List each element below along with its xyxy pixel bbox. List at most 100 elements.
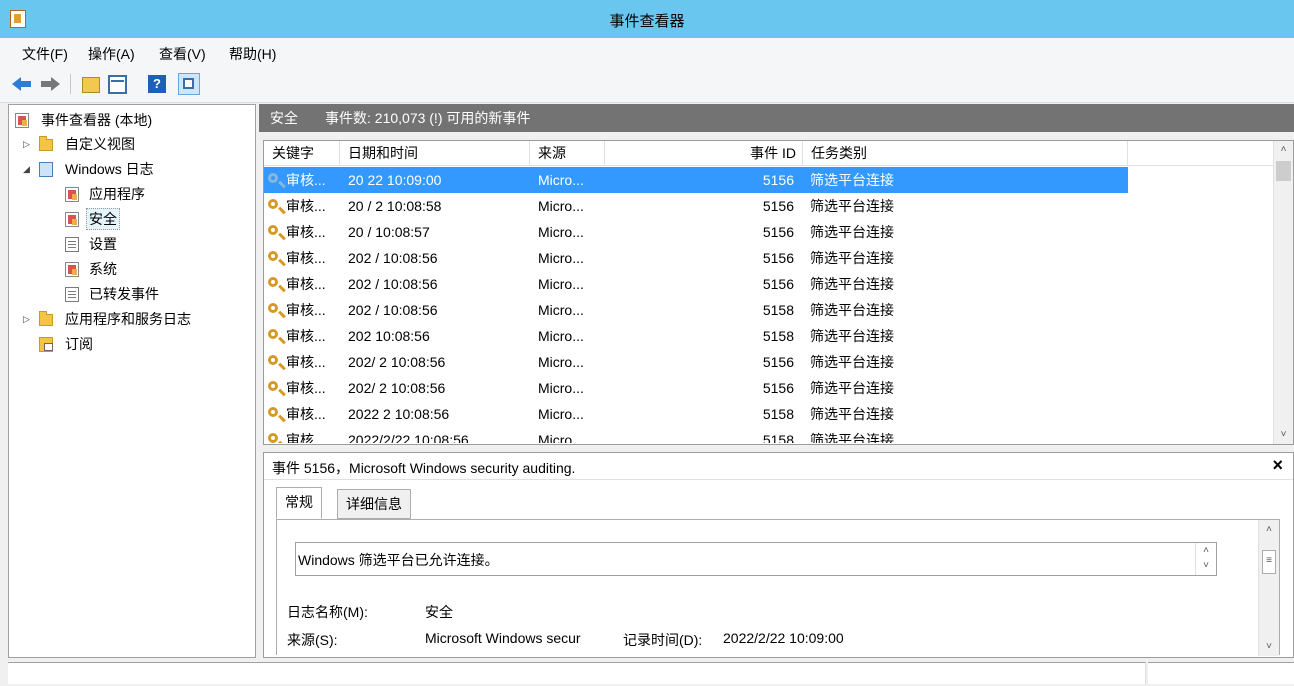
scroll-down-icon[interactable]: ˅ (1274, 426, 1293, 444)
menu-help[interactable]: 帮助(H) (229, 44, 276, 64)
navigation-tree: 事件查看器 (本地) ▷ 自定义视图 ◢ Windows 日志 应用程序 安全 … (8, 104, 256, 658)
table-row[interactable]: 审核... 202 / 10:08:56 Micro... 5158 筛选平台连接 (264, 297, 1274, 323)
row-datetime: 202 / 10:08:56 (348, 302, 438, 318)
row-event-id: 5158 (762, 328, 794, 344)
help-icon[interactable]: ? (148, 75, 166, 93)
row-event-id: 5156 (762, 172, 794, 188)
row-task-category: 筛选平台连接 (810, 172, 894, 188)
event-list-scrollbar[interactable]: ˄ ˅ (1273, 141, 1293, 444)
menu-action[interactable]: 操作(A) (88, 44, 135, 64)
log-icon (65, 287, 79, 302)
row-source: Micro... (538, 406, 584, 422)
row-keyword: 审核... (286, 224, 326, 240)
expand-toggle-icon[interactable]: ▷ (23, 133, 33, 155)
column-datetime[interactable]: 日期和时间 (340, 141, 530, 165)
row-event-id: 5156 (762, 354, 794, 370)
key-icon (268, 277, 278, 287)
scroll-thumb[interactable]: ≡ (1262, 550, 1276, 574)
menu-file[interactable]: 文件(F) (22, 44, 68, 64)
log-name-value: 安全 (425, 604, 453, 620)
folder-up-icon[interactable] (82, 77, 100, 93)
scroll-thumb[interactable] (1276, 161, 1291, 181)
table-row[interactable]: 审核... 20 22 10:09:00 Micro... 5156 筛选平台连接 (264, 167, 1128, 193)
row-task-category: 筛选平台连接 (810, 432, 894, 443)
table-row[interactable]: 审核... 202/ 2 10:08:56 Micro... 5156 筛选平台连接 (264, 375, 1274, 401)
row-keyword: 审核... (286, 406, 326, 422)
tab-general[interactable]: 常规 (276, 487, 322, 519)
key-icon (268, 355, 278, 365)
row-datetime: 2022 2 10:08:56 (348, 406, 450, 422)
show-action-pane-icon[interactable] (178, 73, 200, 95)
table-row[interactable]: 审核... 20 / 2 10:08:58 Micro... 5156 筛选平台连接 (264, 193, 1274, 219)
row-task-category: 筛选平台连接 (810, 406, 894, 422)
log-icon (65, 237, 79, 252)
table-row[interactable]: 审核... 202/ 2 10:08:56 Micro... 5156 筛选平台连接 (264, 349, 1274, 375)
title-bar: 事件查看器 (0, 0, 1294, 38)
row-keyword: 审核... (286, 380, 326, 396)
scroll-up-icon[interactable]: ˄ (1274, 141, 1293, 159)
column-header: 关键字 日期和时间 来源 事件 ID 任务类别 (264, 141, 1274, 166)
scroll-down-icon[interactable]: ˅ (1196, 558, 1216, 573)
column-source[interactable]: 来源 (530, 141, 605, 165)
event-count: 事件数: 210,073 (!) 可用的新事件 (325, 110, 531, 126)
back-arrow-icon[interactable] (12, 74, 32, 94)
row-source: Micro... (538, 250, 584, 266)
scroll-up-icon[interactable]: ˄ (1196, 543, 1216, 558)
row-keyword: 审核... (286, 198, 326, 214)
key-icon (268, 251, 278, 261)
row-datetime: 202 / 10:08:56 (348, 250, 438, 266)
source-value: Microsoft Windows secur (425, 630, 581, 646)
windows-logs-folder-icon (39, 162, 53, 177)
row-event-id: 5158 (762, 406, 794, 422)
row-task-category: 筛选平台连接 (810, 328, 894, 344)
show-hide-console-tree-icon[interactable] (108, 75, 127, 94)
table-row[interactable]: 审核... 2022 2 10:08:56 Micro... 5158 筛选平台连接 (264, 401, 1274, 427)
key-icon (268, 199, 278, 209)
subscriptions-icon (39, 337, 53, 352)
row-source: Micro... (538, 380, 584, 396)
row-source: Micro... (538, 328, 584, 344)
logged-label: 记录时间(D): (623, 632, 703, 648)
tab-details[interactable]: 详细信息 (337, 489, 411, 519)
row-datetime: 20 / 2 10:08:58 (348, 198, 442, 214)
row-keyword: 审核... (286, 354, 326, 370)
table-row[interactable]: 审核... 202 / 10:08:56 Micro... 5156 筛选平台连接 (264, 271, 1274, 297)
row-event-id: 5156 (762, 198, 794, 214)
log-icon (65, 187, 79, 202)
row-event-id: 5156 (762, 250, 794, 266)
expand-toggle-icon[interactable]: ▷ (23, 308, 33, 330)
log-icon (65, 212, 79, 227)
menu-bar: 文件(F) 操作(A) 查看(V) 帮助(H) (0, 38, 1294, 66)
column-task-category[interactable]: 任务类别 (803, 141, 1128, 165)
scroll-down-icon[interactable]: ˅ (1259, 641, 1279, 652)
status-cell (8, 662, 1146, 684)
key-icon (268, 225, 278, 235)
row-source: Micro... (538, 276, 584, 292)
scroll-up-icon[interactable]: ˄ (1259, 524, 1279, 535)
table-row[interactable]: 审核... 20 / 10:08:57 Micro... 5156 筛选平台连接 (264, 219, 1274, 245)
status-bar (0, 660, 1294, 686)
row-event-id: 5158 (762, 302, 794, 318)
row-keyword: 审核... (286, 328, 326, 344)
close-icon[interactable]: × (1272, 455, 1283, 476)
row-source: Micro... (538, 198, 584, 214)
column-event-id[interactable]: 事件 ID (605, 141, 803, 165)
key-icon (268, 433, 278, 443)
column-keyword[interactable]: 关键字 (264, 141, 340, 165)
row-task-category: 筛选平台连接 (810, 380, 894, 396)
status-cell (1148, 662, 1294, 684)
table-row[interactable]: 审核... 202 10:08:56 Micro... 5158 筛选平台连接 (264, 323, 1274, 349)
row-event-id: 5156 (762, 224, 794, 240)
row-keyword: 审核... (286, 250, 326, 266)
message-scroll[interactable]: ˄ ˅ (1195, 543, 1216, 575)
event-message-box[interactable]: Windows 筛选平台已允许连接。 ˄ ˅ (295, 542, 1217, 576)
row-event-id: 5156 (762, 380, 794, 396)
folder-icon (39, 311, 53, 326)
detail-scrollbar[interactable]: ˄ ≡ ˅ (1258, 520, 1279, 656)
table-row[interactable]: 审核... 2022/2/22 10:08:56 Micro... 5158 筛选平台连… (264, 427, 1274, 443)
menu-view[interactable]: 查看(V) (159, 44, 206, 64)
table-row[interactable]: 审核... 202 / 10:08:56 Micro... 5156 筛选平台连接 (264, 245, 1274, 271)
forward-arrow-icon[interactable] (40, 74, 60, 94)
content-pane: 安全 事件数: 210,073 (!) 可用的新事件 关键字 日期和时间 来源 … (259, 104, 1294, 658)
collapse-toggle-icon[interactable]: ◢ (23, 158, 33, 180)
